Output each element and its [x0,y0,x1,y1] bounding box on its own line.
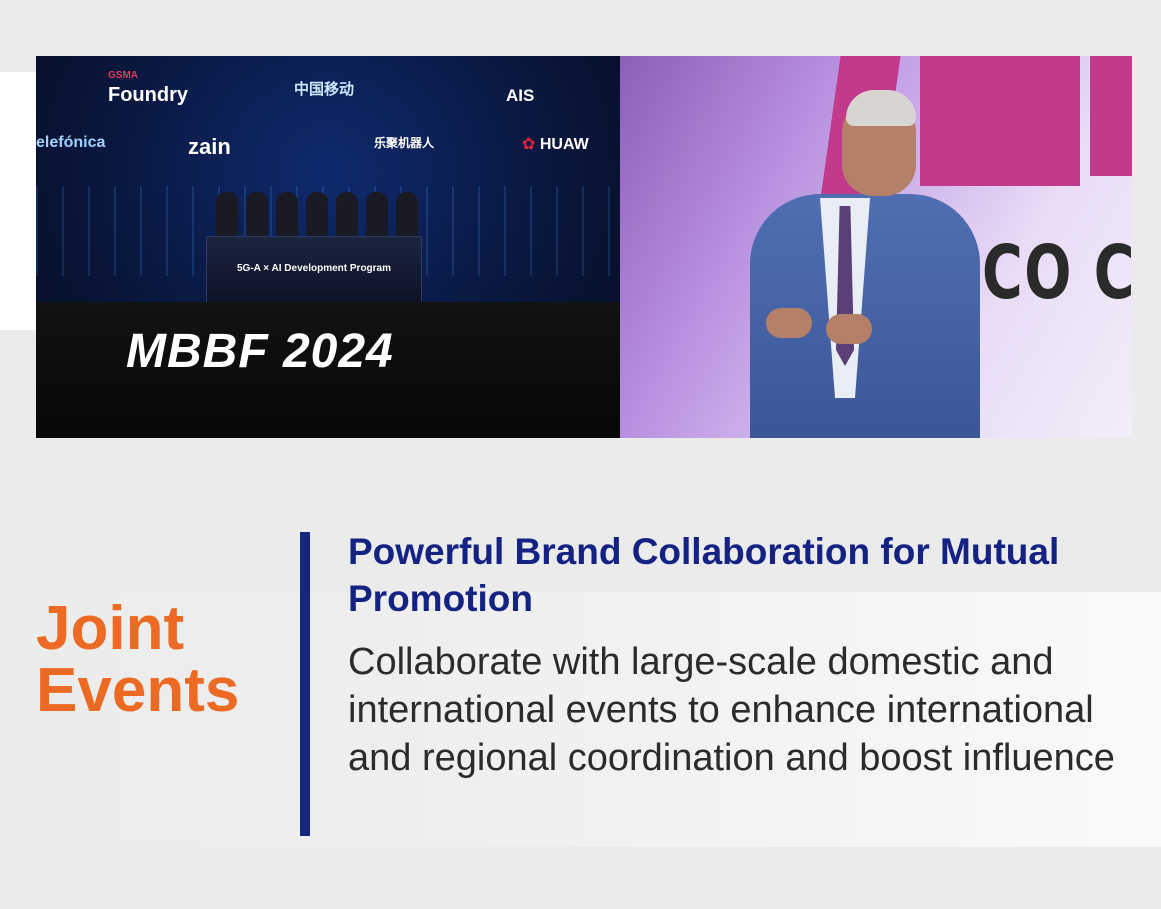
person [276,192,298,236]
person [336,192,358,236]
person [396,192,418,236]
huawei-logo: ✿ HUAW [522,134,589,154]
ucai-robot-logo: 乐聚机器人 [374,136,435,150]
podium-screen-text: 5G-A × AI Development Program [236,263,392,274]
backdrop-sign-text: CO CIT [982,230,1132,316]
speaker-hair [846,90,916,126]
zain-logo: zain [188,134,231,159]
section-title: Joint Events [36,598,239,722]
stage-podium-screen: 5G-A × AI Development Program [206,236,422,304]
section-heading: Powerful Brand Collaboration for Mutual … [348,531,1060,619]
ais-logo: AIS [506,86,535,105]
speakers-group [212,192,422,236]
section-title-line: Joint [36,594,185,663]
vertical-divider [300,532,310,836]
person [216,192,238,236]
mbbf-stage-photo: GSMA Foundry 中国移动 AIS elefónica zain 乐聚机… [36,56,620,438]
person [366,192,388,236]
foundry-logo: Foundry [108,84,188,106]
huawei-logo-text: HUAW [539,136,589,153]
speaker-hand [826,314,872,344]
huawei-flower-icon: ✿ [522,136,536,153]
backdrop-shape [920,56,1080,186]
person [306,192,328,236]
section-body: Collaborate with large-scale domestic an… [348,641,1115,779]
person [246,192,268,236]
backdrop-shape [1090,56,1132,176]
section-title-line: Events [36,656,240,725]
telefonica-logo: elefónica [36,134,106,151]
speaker-photo: CO CIT [620,56,1132,438]
event-name: MBBF 2024 [126,325,394,378]
china-mobile-logo: 中国移动 [294,81,355,98]
speaker-hand [766,308,812,338]
gsma-logo: GSMA [108,70,138,81]
